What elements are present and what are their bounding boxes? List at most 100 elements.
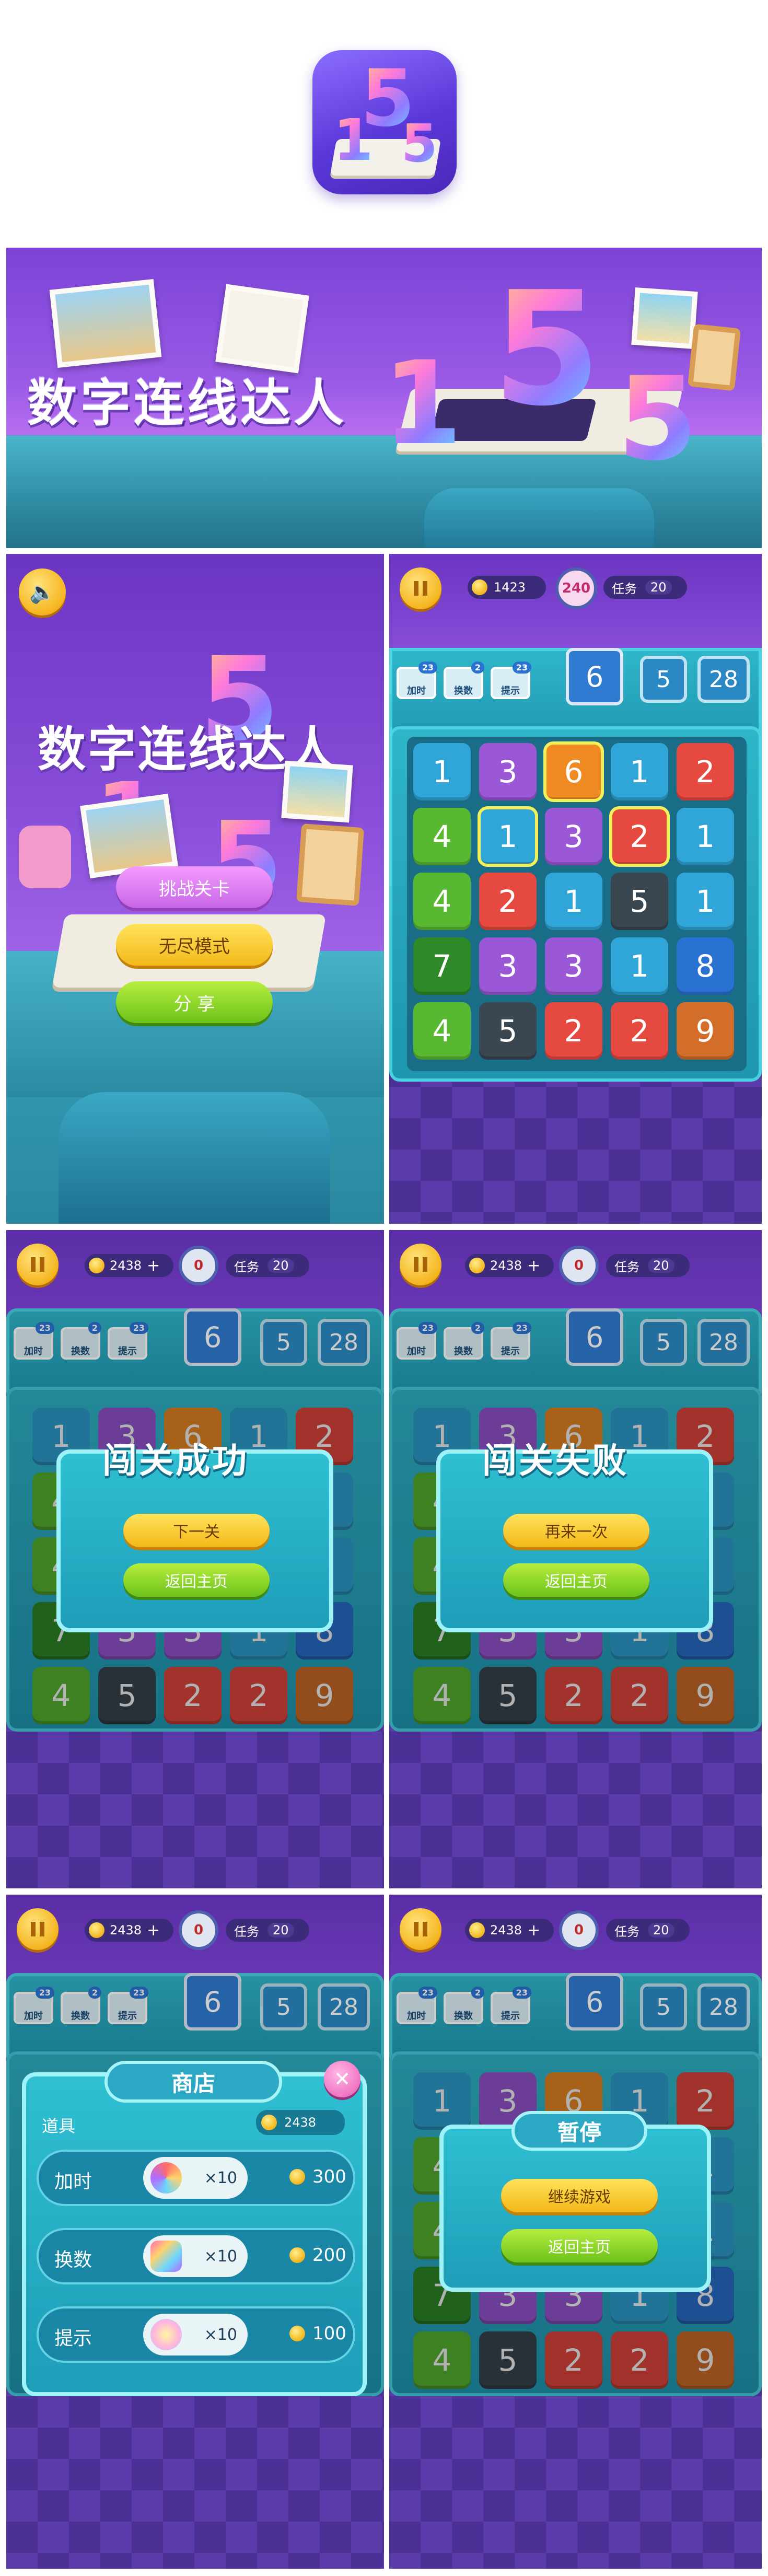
number-tile[interactable]: 2: [164, 1667, 222, 1724]
share-button[interactable]: 分 享: [116, 981, 273, 1023]
number-tile[interactable]: 9: [677, 1002, 734, 1060]
number-tile[interactable]: 1: [413, 743, 471, 800]
coin-count: 1423: [494, 580, 526, 595]
number-tile[interactable]: 2: [545, 1667, 602, 1724]
number-tile[interactable]: 1: [677, 873, 734, 930]
number-tile[interactable]: 5: [611, 873, 668, 930]
number-tile[interactable]: 2: [479, 873, 537, 930]
number-tile[interactable]: 5: [98, 1667, 156, 1724]
pause-button[interactable]: [400, 567, 441, 609]
number-tile[interactable]: 2: [545, 1002, 602, 1060]
number-tile[interactable]: 2: [609, 806, 670, 867]
number-tile[interactable]: 1: [677, 808, 734, 865]
timer: 240: [555, 567, 597, 609]
sound-button[interactable]: 🔈: [19, 568, 66, 616]
tool-count: 23: [418, 1987, 437, 1999]
tool-label: 换数: [71, 2011, 90, 2022]
shop-section-label: 道具: [42, 2116, 76, 2136]
pause-button[interactable]: [400, 1908, 441, 1950]
resume-button[interactable]: 继续游戏: [501, 2179, 658, 2212]
pause-button[interactable]: [17, 1908, 59, 1950]
add-coins-button[interactable]: +: [527, 1921, 540, 1940]
shop-row-swap[interactable]: 换数 ×10 200: [37, 2228, 355, 2284]
timer: 0: [179, 1910, 218, 1950]
tool-hint[interactable]: 23 提示: [108, 1322, 148, 1360]
tool-add-time[interactable]: 23 加时: [397, 1987, 437, 2024]
number-tile[interactable]: 2: [230, 1667, 287, 1724]
shop-item-label: 加时: [54, 2171, 92, 2192]
number-tile[interactable]: 2: [611, 2331, 668, 2389]
number-tile[interactable]: 4: [413, 1002, 471, 1060]
add-coins-button[interactable]: +: [147, 1257, 160, 1275]
retry-button[interactable]: 再来一次: [503, 1514, 649, 1547]
close-button[interactable]: ✕: [324, 2061, 360, 2097]
tool-hint[interactable]: 23 提示: [491, 1987, 531, 2024]
coin-icon: [472, 579, 487, 595]
number-tile[interactable]: 2: [677, 2072, 734, 2130]
tool-swap-number[interactable]: 2 换数: [444, 662, 484, 699]
pause-icon: [414, 1257, 427, 1272]
return-home-button[interactable]: 返回主页: [503, 1563, 649, 1597]
number-tile[interactable]: 9: [296, 1667, 353, 1724]
number-tile[interactable]: 4: [32, 1667, 90, 1724]
pause-button[interactable]: [17, 1244, 59, 1285]
tool-count: 23: [129, 1322, 148, 1334]
chair: [59, 1092, 330, 1224]
coin-count: 2438: [110, 1258, 142, 1273]
pause-button[interactable]: [400, 1244, 441, 1285]
shop-row-add-time[interactable]: 加时 ×10 300: [37, 2150, 355, 2206]
tool-swap-number[interactable]: 2 换数: [61, 1322, 101, 1360]
add-coins-button[interactable]: +: [147, 1921, 160, 1940]
tool-add-time[interactable]: 23 加时: [397, 1322, 437, 1360]
tool-swap-number[interactable]: 2 换数: [444, 1322, 484, 1360]
number-tile[interactable]: 4: [413, 873, 471, 930]
add-coins-button[interactable]: +: [527, 1257, 540, 1275]
tool-add-time[interactable]: 23 加时: [14, 1322, 54, 1360]
target-number-total: 28: [697, 656, 750, 703]
number-tile[interactable]: 7: [413, 937, 471, 995]
number-tile[interactable]: 2: [611, 1002, 668, 1060]
number-tile[interactable]: 4: [413, 1667, 471, 1724]
shop-item-qty: ×10: [204, 2325, 237, 2344]
tool-swap-number[interactable]: 2 换数: [61, 1987, 101, 2024]
shop-item-label: 提示: [54, 2328, 92, 2349]
number-tile[interactable]: 2: [611, 1667, 668, 1724]
timer-value: 240: [562, 581, 591, 596]
number-tile[interactable]: 9: [677, 2331, 734, 2389]
number-tile[interactable]: 1: [611, 937, 668, 995]
tool-add-time[interactable]: 23 加时: [397, 662, 437, 699]
number-tile[interactable]: 3: [545, 808, 602, 865]
number-tile[interactable]: 5: [479, 2331, 537, 2389]
tool-add-time[interactable]: 23 加时: [14, 1987, 54, 2024]
next-level-button[interactable]: 下一关: [123, 1514, 270, 1547]
timer: 0: [559, 1246, 599, 1285]
tool-hint[interactable]: 23 提示: [108, 1987, 148, 2024]
banner-title: 数字连线达人: [27, 374, 347, 433]
number-tile[interactable]: 3: [479, 743, 537, 800]
number-tile[interactable]: 1: [478, 806, 538, 867]
shop-item-badge: ×10: [143, 2314, 248, 2355]
tool-hint[interactable]: 23 提示: [491, 1322, 531, 1360]
number-tile[interactable]: 8: [677, 937, 734, 995]
number-tile[interactable]: 2: [677, 743, 734, 800]
shop-row-hint[interactable]: 提示 ×10 100: [37, 2306, 355, 2363]
number-tile[interactable]: 4: [413, 2331, 471, 2389]
number-tile[interactable]: 4: [413, 808, 471, 865]
timer-value: 0: [574, 1922, 584, 1938]
return-home-button[interactable]: 返回主页: [501, 2229, 658, 2262]
number-tile[interactable]: 3: [479, 937, 537, 995]
number-tile[interactable]: 1: [413, 2072, 471, 2130]
tool-hint[interactable]: 23 提示: [491, 662, 531, 699]
number-tile[interactable]: 2: [545, 2331, 602, 2389]
number-tile[interactable]: 5: [479, 1002, 537, 1060]
tool-swap-number[interactable]: 2 换数: [444, 1987, 484, 2024]
number-tile[interactable]: 3: [545, 937, 602, 995]
number-tile[interactable]: 5: [479, 1667, 537, 1724]
return-home-button[interactable]: 返回主页: [123, 1563, 270, 1597]
number-tile[interactable]: 9: [677, 1667, 734, 1724]
endless-mode-button[interactable]: 无尽模式: [116, 924, 273, 966]
challenge-button[interactable]: 挑战关卡: [116, 866, 273, 908]
number-tile[interactable]: 1: [545, 873, 602, 930]
number-tile[interactable]: 6: [543, 741, 604, 802]
number-tile[interactable]: 1: [611, 743, 668, 800]
